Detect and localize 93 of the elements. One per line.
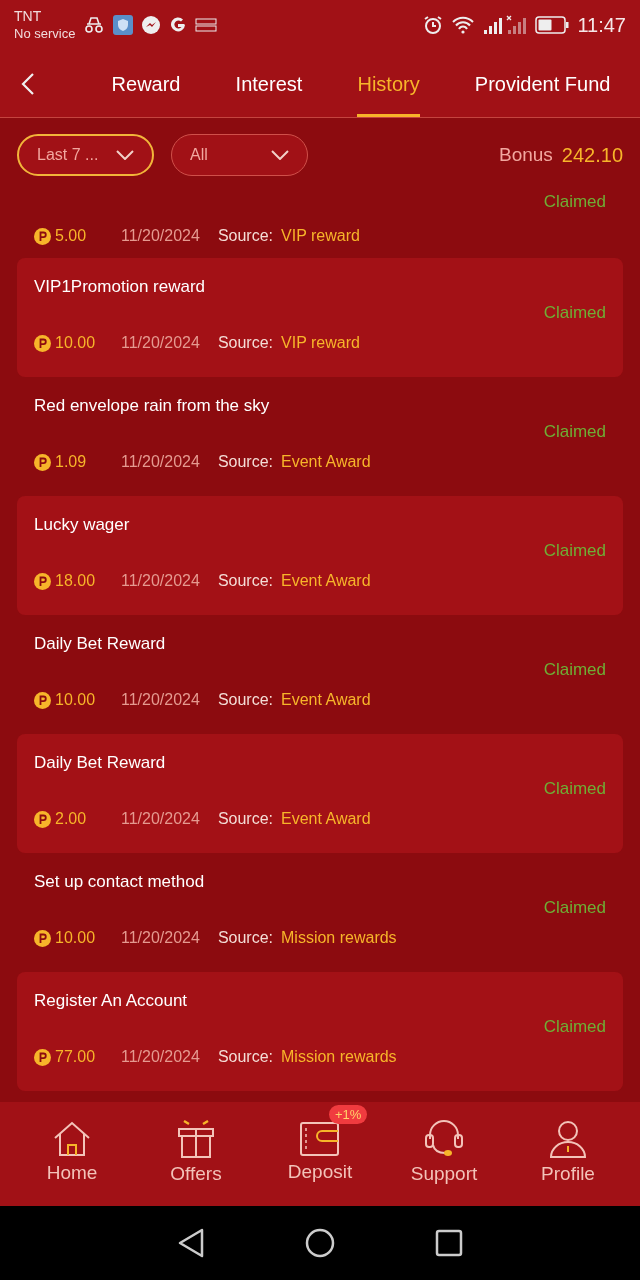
source-label: Source: [217,333,274,353]
record-title: VIP1Promotion reward [34,276,207,298]
headset-icon [424,1119,464,1158]
nav-label: Deposit [287,1159,353,1184]
tab[interactable]: Provident Fund [474,51,611,117]
status-label: Claimed [543,897,606,919]
bonus-amount: 242.10 [561,143,623,168]
amount: 1.09 [55,452,88,472]
service-status: No service [14,25,76,42]
back-nav-icon[interactable] [177,1228,205,1258]
record-title: Set up contact method [34,871,206,893]
date: 11/20/2024 [121,226,200,246]
coin-icon [34,1048,51,1066]
source-name: VIP reward [281,226,360,246]
amount: 10.00 [55,928,97,948]
amount: 18.00 [55,571,97,591]
source-label: Source: [217,809,274,829]
date: 11/20/2024 [121,1047,200,1067]
amount: 10.00 [55,333,97,353]
tab[interactable]: History [357,51,420,117]
amount: 5.00 [55,226,88,246]
nav-tab[interactable]: Support [389,1109,499,1199]
nav-tab[interactable]: Offers [141,1109,251,1199]
source-label: Source: [217,690,274,710]
wifi-icon [451,16,476,34]
messenger-icon [141,15,162,35]
source-label: Source: [217,452,274,472]
home-nav-icon[interactable] [305,1228,335,1258]
date: 11/20/2024 [121,928,200,948]
shield-icon [113,15,134,35]
source-label: Source: [217,571,274,591]
status-label: Claimed [543,192,606,212]
nav-label: Offers [170,1161,222,1186]
nav-label: Support [410,1161,478,1186]
recents-nav-icon[interactable] [435,1229,463,1257]
amount: 77.00 [55,1047,97,1067]
chevron-down-icon [116,150,134,160]
amount: 2.00 [55,809,88,829]
record-title: Red envelope rain from the sky [34,395,271,417]
google-icon [169,16,188,34]
record-title: Register An Account [34,990,189,1012]
nav-label: Home [46,1160,98,1185]
source-name: Event Award [281,452,371,472]
status-label: Claimed [543,302,606,324]
coin-icon [34,810,51,828]
source-name: Mission rewards [281,928,397,948]
filter-dropdown[interactable]: Last 7 ... [17,134,154,176]
coin-icon [34,453,51,471]
source-name: Event Award [281,809,371,829]
nav-tab[interactable]: Profile [513,1109,623,1199]
clock-time: 11:47 [577,13,626,38]
alarm-icon [423,15,444,35]
status-label: Claimed [543,421,606,443]
coin-icon [34,227,51,245]
coin-icon [34,929,51,947]
chevron-down-icon [271,150,289,160]
date: 11/20/2024 [121,333,200,353]
record-title: Lucky wager [34,514,131,536]
person-icon [549,1119,587,1158]
coin-icon [34,334,51,352]
carrier-name: TNT [14,8,43,25]
status-label: Claimed [543,1016,606,1038]
amount: 10.00 [55,690,97,710]
status-label: Claimed [543,540,606,562]
incognito-icon [83,17,106,33]
coin-icon [34,572,51,590]
date: 11/20/2024 [121,571,200,591]
bonus-label: Bonus [498,142,553,167]
nav-tab[interactable]: Home [17,1109,127,1199]
nav-label: Profile [541,1161,595,1186]
status-label: Claimed [543,778,606,800]
tab[interactable]: Interest [235,51,303,117]
bonus-badge: +1% [329,1105,368,1124]
filter-dropdown[interactable]: All [171,134,308,176]
source-name: VIP reward [281,333,360,353]
source-name: Mission rewards [281,1047,397,1067]
source-label: Source: [217,226,274,246]
date: 11/20/2024 [121,690,200,710]
tab[interactable]: Reward [111,51,181,117]
source-label: Source: [217,1047,274,1067]
record-title: Daily Bet Reward [34,752,167,774]
coin-icon [34,691,51,709]
date: 11/20/2024 [121,452,200,472]
wallet-icon [300,1121,340,1156]
signal-icon [483,15,528,35]
source-name: Event Award [281,690,371,710]
source-label: Source: [217,928,274,948]
record-title: Daily Bet Reward [34,633,167,655]
date: 11/20/2024 [121,809,200,829]
gift-icon [177,1119,215,1158]
battery-icon [535,16,570,34]
source-name: Event Award [281,571,371,591]
status-label: Claimed [543,659,606,681]
